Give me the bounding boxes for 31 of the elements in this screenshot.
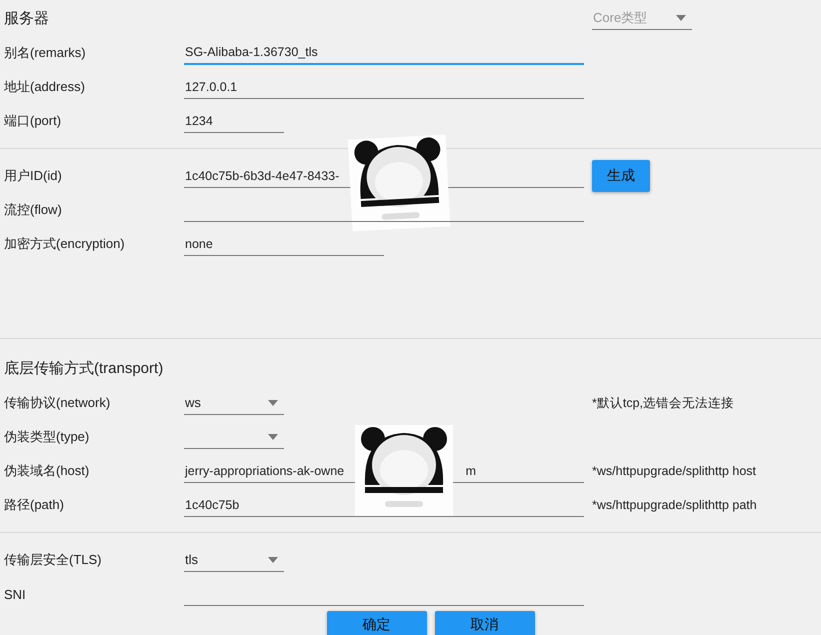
field-label: SNI xyxy=(3,586,27,602)
field-label: 用户ID(id) xyxy=(3,167,63,185)
field-label: 加密方式(encryption) xyxy=(3,235,126,253)
text-field[interactable]: SG-Alibaba-1.36730_tls xyxy=(184,41,584,65)
field-label: 别名(remarks) xyxy=(3,44,87,62)
text-field[interactable]: none xyxy=(184,232,384,256)
confirm-button[interactable]: 确定 xyxy=(326,611,426,635)
cancel-button[interactable]: 取消 xyxy=(434,611,534,635)
dropdown[interactable]: ws xyxy=(184,391,284,415)
field-label: 流控(flow) xyxy=(3,201,63,219)
text-field[interactable]: 1234 xyxy=(184,109,284,133)
field-label: 伪装类型(type) xyxy=(3,428,90,446)
dropdown-caret-icon xyxy=(268,434,278,440)
text-field[interactable]: 1c40c75b xyxy=(184,493,584,517)
dropdown-caret-icon xyxy=(268,556,278,562)
dropdown-caret-icon xyxy=(268,400,278,406)
field-label: 端口(port) xyxy=(3,112,62,130)
hint-text: *ws/httpupgrade/splithttp path xyxy=(592,498,758,512)
generate-button[interactable]: 生成 xyxy=(592,160,650,192)
hint-text: *默认tcp,选错会无法连接 xyxy=(592,394,736,412)
hint-text: *ws/httpupgrade/splithttp host xyxy=(592,464,757,478)
field-label: 路径(path) xyxy=(3,496,65,514)
section-title: 服务器 xyxy=(3,8,50,28)
field-label: 伪装域名(host) xyxy=(3,462,90,480)
section-title: 底层传输方式(transport) xyxy=(3,358,164,378)
field-label: 地址(address) xyxy=(3,78,86,96)
field-label: 传输协议(network) xyxy=(3,394,112,412)
dropdown-caret-icon xyxy=(676,14,686,20)
dropdown[interactable]: tls xyxy=(184,548,284,572)
text-field[interactable]: 127.0.0.1 xyxy=(184,75,584,99)
field-label: 传输层安全(TLS) xyxy=(3,551,102,569)
